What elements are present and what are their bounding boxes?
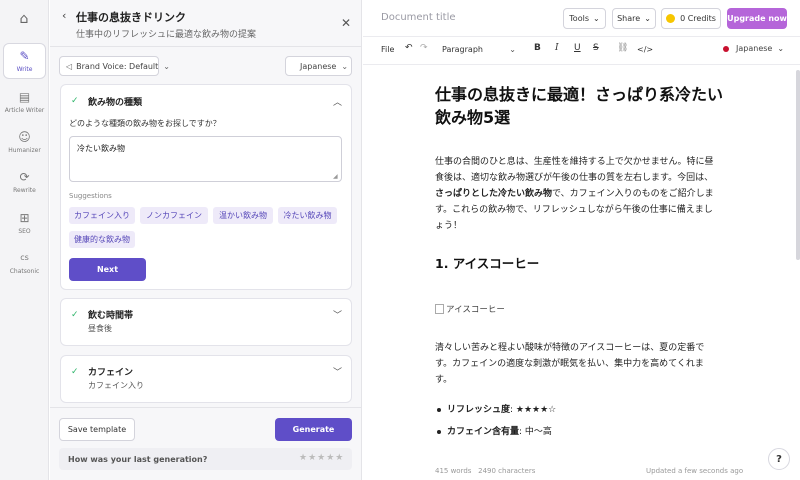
check-icon: ✓	[71, 96, 79, 106]
generate-button[interactable]: Generate	[275, 418, 352, 441]
chat-icon: cs	[20, 253, 29, 262]
editor-language-select[interactable]: Japanese ⌄	[723, 44, 784, 53]
next-button[interactable]: Next	[69, 258, 146, 281]
strikethrough-icon[interactable]: S	[593, 43, 599, 53]
divider	[363, 36, 800, 37]
step-title: 飲む時間帯	[88, 311, 134, 321]
answer-textarea[interactable]: 冷たい飲み物	[69, 136, 342, 182]
step-card-time[interactable]	[60, 298, 352, 346]
back-chevron-icon[interactable]: ‹	[62, 9, 66, 22]
brand-voice-select[interactable]: ◁ Brand Voice: Default ⌄	[59, 56, 170, 76]
document-heading: 仕事の息抜きに最適！さっぱり系冷たい飲み物5選	[435, 85, 724, 127]
panel-subtitle: 仕事中のリフレッシュに最適な飲み物の提案	[76, 30, 257, 40]
step-value: 昼食後	[88, 324, 112, 333]
coin-icon	[666, 14, 676, 23]
scrollbar[interactable]	[796, 70, 800, 260]
chevron-down-icon: ⌄	[509, 45, 516, 54]
resize-handle-icon[interactable]: ◢	[333, 173, 338, 180]
language-select[interactable]: Japanese ⌄	[285, 56, 352, 76]
suggestion-chip[interactable]: 健康的な飲み物	[69, 231, 135, 248]
chevron-down-icon: ⌄	[644, 14, 651, 23]
step-value: カフェイン入り	[88, 381, 144, 390]
file-menu[interactable]: File	[381, 45, 394, 54]
check-icon: ✓	[71, 367, 79, 377]
chevron-down-icon: ⌄	[593, 14, 600, 23]
suggestions-label: Suggestions	[69, 192, 112, 200]
home-icon[interactable]: ⌂	[10, 8, 38, 30]
section-heading: 1. アイスコーヒー	[435, 256, 540, 271]
italic-icon[interactable]: I	[555, 43, 559, 53]
check-icon: ✓	[71, 310, 79, 320]
broken-image: アイスコーヒー	[435, 303, 505, 315]
code-icon[interactable]: </>	[637, 45, 653, 54]
rail-item-write[interactable]: ✎ Write	[3, 43, 46, 79]
feedback-question: How was your last generation?	[68, 455, 208, 464]
article-icon: ▤	[18, 90, 31, 104]
document-intro: 仕事の合間のひと息は、生産性を維持する上で欠かせません。特に昼食後は、適切な飲み…	[435, 157, 714, 231]
redo-icon[interactable]: ↷	[420, 43, 428, 53]
suggestion-chip[interactable]: 冷たい飲み物	[278, 207, 337, 224]
chevron-down-icon: ⌄	[777, 44, 785, 53]
suggestion-chip[interactable]: ノンカフェイン	[140, 207, 208, 224]
paragraph-style-select[interactable]: Paragraph ⌄	[436, 41, 520, 58]
chart-icon: ⊞	[19, 211, 30, 225]
step-title: 飲み物の種類	[88, 98, 143, 108]
credits-button[interactable]: 0 Credits	[661, 8, 721, 29]
rail-item-humanizer[interactable]: ☺ Humanizer	[3, 124, 46, 160]
share-button[interactable]: Share ⌄	[612, 8, 656, 29]
panel-title: 仕事の息抜きドリンク	[76, 11, 186, 24]
rail-item-rewrite[interactable]: ⟳ Rewrite	[3, 164, 46, 200]
save-template-button[interactable]: Save template	[59, 418, 135, 441]
rail-item-article-writer[interactable]: ▤ Article Writer	[3, 84, 46, 120]
rail-item-seo[interactable]: ⊞ SEO	[3, 205, 46, 241]
list-item: カフェイン含有量: 中〜高	[437, 424, 552, 437]
step-title: カフェイン	[88, 368, 134, 378]
user-icon: ☺	[18, 130, 31, 144]
close-icon[interactable]: ✕	[341, 16, 351, 30]
chevron-down-icon[interactable]: ﹀	[333, 365, 342, 378]
rail-item-chatsonic[interactable]: cs Chatsonic	[3, 245, 46, 281]
help-button[interactable]: ?	[768, 448, 790, 470]
section-body: 清々しい苦みと程よい酸味が特徴のアイスコーヒーは、夏の定番です。カフェインの適度…	[435, 343, 705, 385]
step-question: どのような種類の飲み物をお探しですか？	[69, 119, 221, 128]
upgrade-button[interactable]: Upgrade now	[727, 8, 787, 29]
link-icon[interactable]: ⛓	[617, 43, 628, 53]
divider	[50, 46, 362, 47]
undo-icon[interactable]: ↶	[405, 43, 413, 53]
image-icon	[435, 304, 444, 314]
chevron-down-icon: ⌄	[163, 61, 170, 71]
divider	[363, 64, 800, 65]
write-icon: ✎	[19, 49, 30, 63]
divider	[50, 407, 362, 408]
rating-stars-icon[interactable]: ★★★★★	[299, 453, 344, 463]
megaphone-icon: ◁	[66, 61, 73, 71]
tools-button[interactable]: Tools ⌄	[563, 8, 606, 29]
document-title-input[interactable]: Document title	[381, 12, 456, 23]
suggestion-chip[interactable]: 温かい飲み物	[213, 207, 273, 224]
bold-icon[interactable]: B	[534, 43, 541, 53]
chevron-up-icon[interactable]: ︿	[333, 95, 342, 108]
step-card-caffeine[interactable]	[60, 355, 352, 403]
suggestion-chip[interactable]: カフェイン入り	[69, 207, 135, 224]
refresh-icon: ⟳	[19, 170, 30, 184]
word-count: 415 words 2490 characters	[435, 467, 536, 475]
list-item: リフレッシュ度: ★★★★☆	[437, 402, 556, 415]
underline-icon[interactable]: U	[574, 43, 581, 53]
chevron-down-icon[interactable]: ﹀	[333, 308, 342, 321]
japan-flag-icon	[723, 45, 729, 52]
save-status: Updated a few seconds ago	[646, 467, 744, 475]
chevron-down-icon: ⌄	[341, 61, 349, 71]
